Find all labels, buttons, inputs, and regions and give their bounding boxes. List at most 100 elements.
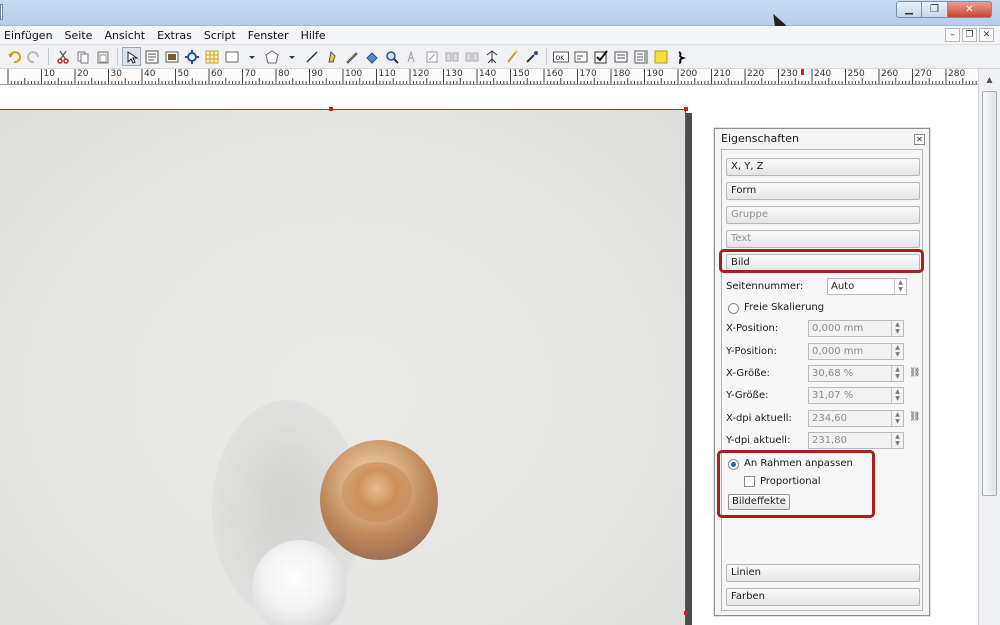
measure-icon[interactable]	[482, 47, 501, 66]
text-frame-icon[interactable]	[142, 47, 161, 66]
document-page[interactable]	[0, 109, 686, 625]
ruler-label: 210	[713, 69, 731, 79]
menu-bar: Einfügen Seite Ansicht Extras Script Fen…	[0, 26, 1000, 45]
cut-icon[interactable]	[53, 47, 72, 66]
spinner-icon[interactable]: ▲ ▼	[894, 279, 906, 294]
spinner-icon[interactable]: ▲ ▼	[891, 321, 903, 336]
ruler-label: 20	[77, 69, 89, 79]
unlink-frames-icon[interactable]	[462, 47, 481, 66]
link-annotation-icon[interactable]	[671, 47, 690, 66]
maximize-button[interactable]: ❐	[922, 1, 948, 18]
ruler-label: 270	[914, 69, 932, 79]
dropdown-arrow-icon[interactable]	[282, 47, 301, 66]
spinner-icon[interactable]: ▲ ▼	[891, 366, 903, 381]
freehand-icon[interactable]	[342, 47, 361, 66]
menu-script[interactable]: Script	[198, 29, 242, 42]
x-groesse-value: 30,68 %	[812, 368, 854, 379]
link-frames-icon[interactable]	[442, 47, 461, 66]
scroll-up-icon[interactable]: ▲	[983, 75, 996, 87]
properties-panel: Eigenschaften ✕ X, Y, Z Form Gruppe Text…	[714, 128, 930, 616]
pdf-text-field-icon[interactable]	[571, 47, 590, 66]
ruler-label: 70	[244, 69, 256, 79]
toolbar-separator	[117, 48, 118, 65]
copy-icon[interactable]	[73, 47, 92, 66]
menu-hilfe[interactable]: Hilfe	[295, 29, 332, 42]
vertical-scrollbar[interactable]: ▲	[978, 69, 1000, 625]
render-frame-icon[interactable]	[182, 47, 201, 66]
spinner-icon[interactable]: ▲ ▼	[891, 388, 903, 403]
section-linien-button[interactable]: Linien	[726, 564, 920, 582]
copy-properties-icon[interactable]	[502, 47, 521, 66]
image-frame-icon[interactable]	[162, 47, 181, 66]
rotate-icon[interactable]	[362, 47, 381, 66]
x-dpi-value: 234,60	[812, 413, 847, 424]
edit-contents-icon[interactable]	[422, 47, 441, 66]
highlight-bild	[719, 249, 924, 273]
x-dpi-field[interactable]: 234,60 ▲ ▼	[808, 410, 904, 427]
selection-handle-right[interactable]	[684, 611, 688, 615]
x-groesse-field[interactable]: 30,68 % ▲ ▼	[808, 365, 904, 382]
polygon-icon[interactable]	[262, 47, 281, 66]
paste-icon[interactable]	[93, 47, 112, 66]
line-icon[interactable]	[302, 47, 321, 66]
bezier-icon[interactable]	[322, 47, 341, 66]
dpi-chain-link-icon[interactable]: ⛓	[909, 412, 920, 422]
panel-title: Eigenschaften	[721, 132, 799, 145]
menu-fenster[interactable]: Fenster	[242, 29, 295, 42]
y-position-label: Y-Position:	[726, 346, 777, 357]
ruler-label: 110	[378, 69, 396, 79]
spinner-icon[interactable]: ▲ ▼	[891, 411, 903, 426]
spinner-icon[interactable]: ▲ ▼	[891, 344, 903, 359]
seitennummer-field[interactable]: Auto ▲ ▼	[827, 278, 907, 295]
close-button[interactable]: ✕	[948, 1, 992, 18]
dropdown-arrow-icon[interactable]	[242, 47, 261, 66]
x-position-value: 0,000 mm	[812, 323, 864, 334]
section-farben-button[interactable]: Farben	[726, 588, 920, 606]
y-position-field[interactable]: 0,000 mm ▲ ▼	[808, 343, 904, 360]
zoom-icon[interactable]	[382, 47, 401, 66]
size-chain-link-icon[interactable]: ⛓	[909, 368, 920, 378]
x-dpi-label: X-dpi aktuell:	[726, 413, 792, 424]
pdf-button-icon[interactable]: OK	[551, 47, 570, 66]
freie-skalierung-radio[interactable]	[728, 303, 739, 314]
ruler-label: 100	[345, 69, 363, 79]
pdf-combobox-icon[interactable]	[611, 47, 630, 66]
pdf-listbox-icon[interactable]	[631, 47, 650, 66]
x-position-label: X-Position:	[726, 323, 779, 334]
redo-icon[interactable]	[24, 47, 43, 66]
scrollbar-thumb[interactable]	[982, 91, 997, 496]
selection-handle-top[interactable]	[329, 107, 333, 111]
menu-einfuegen[interactable]: Einfügen	[0, 29, 59, 42]
undo-icon[interactable]	[4, 47, 23, 66]
y-dpi-field[interactable]: 231,80 ▲ ▼	[808, 432, 904, 449]
section-form-button[interactable]: Form	[726, 182, 920, 200]
pdf-checkbox-icon[interactable]	[591, 47, 610, 66]
toolbar-separator	[546, 48, 547, 65]
panel-close-icon[interactable]: ✕	[914, 134, 925, 145]
spinner-icon[interactable]: ▲ ▼	[891, 433, 903, 448]
section-xyz-button[interactable]: X, Y, Z	[726, 158, 920, 176]
shape-icon[interactable]	[222, 47, 241, 66]
window-edge	[0, 4, 3, 20]
select-tool-icon[interactable]	[122, 47, 141, 66]
eyedropper-icon[interactable]	[522, 47, 541, 66]
ruler-label: 260	[881, 69, 899, 79]
horizontal-ruler[interactable]: 10 20 30 40 50 60 70 80 90 100 110 120 130 140 150 160 1…	[0, 69, 978, 85]
selection-handle-top-right[interactable]	[684, 107, 688, 111]
menu-ansicht[interactable]: Ansicht	[98, 29, 151, 42]
minimize-button[interactable]: ▁	[896, 1, 922, 18]
menu-extras[interactable]: Extras	[151, 29, 198, 42]
doc-restore-button[interactable]: ❐	[962, 28, 977, 42]
x-groesse-label: X-Größe:	[726, 368, 770, 379]
doc-minimize-button[interactable]: –	[945, 28, 960, 42]
y-groesse-field[interactable]: 31,07 % ▲ ▼	[808, 387, 904, 404]
x-position-field[interactable]: 0,000 mm ▲ ▼	[808, 320, 904, 337]
menu-seite[interactable]: Seite	[59, 29, 99, 42]
y-position-value: 0,000 mm	[812, 346, 864, 357]
table-icon[interactable]	[202, 47, 221, 66]
ruler-label: 130	[445, 69, 463, 79]
text-annotation-icon[interactable]	[651, 47, 670, 66]
doc-close-button[interactable]: ✕	[979, 28, 994, 42]
edit-text-icon[interactable]	[402, 47, 421, 66]
white-sphere-image	[252, 540, 347, 625]
